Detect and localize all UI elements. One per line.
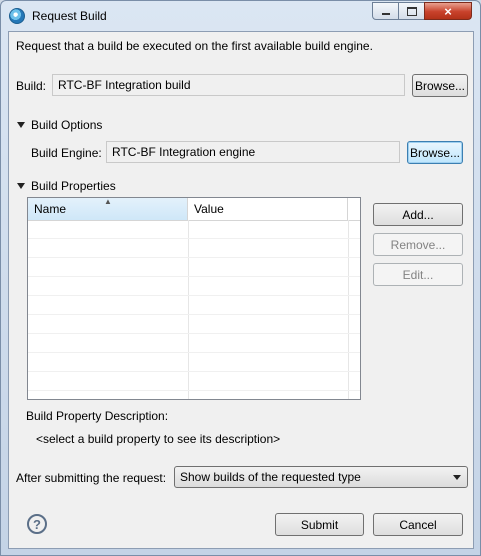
add-property-button[interactable]: Add... (373, 203, 463, 226)
intro-text: Request that a build be executed on the … (16, 39, 373, 53)
maximize-button[interactable] (398, 2, 425, 20)
build-engine-label: Build Engine: (31, 146, 102, 160)
window-title: Request Build (32, 9, 107, 23)
table-row[interactable] (28, 372, 360, 391)
remove-property-button[interactable]: Remove... (373, 233, 463, 256)
request-build-dialog: Request Build × Request that a build be … (0, 0, 481, 556)
build-field[interactable]: RTC-BF Integration build (52, 74, 405, 96)
submit-button[interactable]: Submit (275, 513, 364, 536)
table-header: ▲ Name Value (28, 198, 360, 221)
help-icon[interactable]: ? (27, 514, 47, 534)
engine-browse-button[interactable]: Browse... (407, 141, 463, 164)
app-icon (9, 8, 25, 24)
table-row[interactable] (28, 239, 360, 258)
table-row[interactable] (28, 353, 360, 372)
build-options-collapse-icon[interactable] (17, 122, 25, 128)
title-bar[interactable]: Request Build × (1, 1, 480, 31)
sort-ascending-icon: ▲ (104, 197, 112, 206)
column-header-name[interactable]: ▲ Name (28, 198, 188, 220)
property-description-text: <select a build property to see its desc… (36, 432, 281, 446)
after-submit-label: After submitting the request: (16, 471, 167, 485)
table-row[interactable] (28, 220, 360, 239)
property-description-label: Build Property Description: (26, 409, 169, 423)
dialog-body: Request that a build be executed on the … (8, 31, 474, 549)
after-submit-select[interactable]: Show builds of the requested type (174, 466, 468, 488)
build-browse-button[interactable]: Browse... (412, 74, 468, 97)
edit-property-button[interactable]: Edit... (373, 263, 463, 286)
build-properties-table[interactable]: ▲ Name Value (27, 197, 361, 400)
table-row[interactable] (28, 258, 360, 277)
minimize-icon (381, 13, 390, 15)
chevron-down-icon (453, 475, 461, 480)
minimize-button[interactable] (372, 2, 399, 20)
column-header-value-label: Value (194, 202, 224, 216)
maximize-icon (406, 6, 417, 16)
table-row[interactable] (28, 334, 360, 353)
build-label: Build: (16, 79, 47, 93)
build-properties-collapse-icon[interactable] (17, 183, 25, 189)
table-row[interactable] (28, 277, 360, 296)
build-properties-header[interactable]: Build Properties (31, 179, 116, 193)
after-submit-selected-value: Show builds of the requested type (180, 470, 361, 484)
column-header-value[interactable]: Value (188, 198, 348, 220)
close-icon: × (444, 3, 452, 19)
build-engine-field[interactable]: RTC-BF Integration engine (106, 141, 400, 163)
table-row[interactable] (28, 296, 360, 315)
column-header-filler (348, 198, 360, 220)
build-options-header[interactable]: Build Options (31, 118, 102, 132)
cancel-button[interactable]: Cancel (373, 513, 463, 536)
column-header-name-label: Name (34, 202, 67, 216)
close-button[interactable]: × (424, 2, 472, 20)
table-row[interactable] (28, 315, 360, 334)
